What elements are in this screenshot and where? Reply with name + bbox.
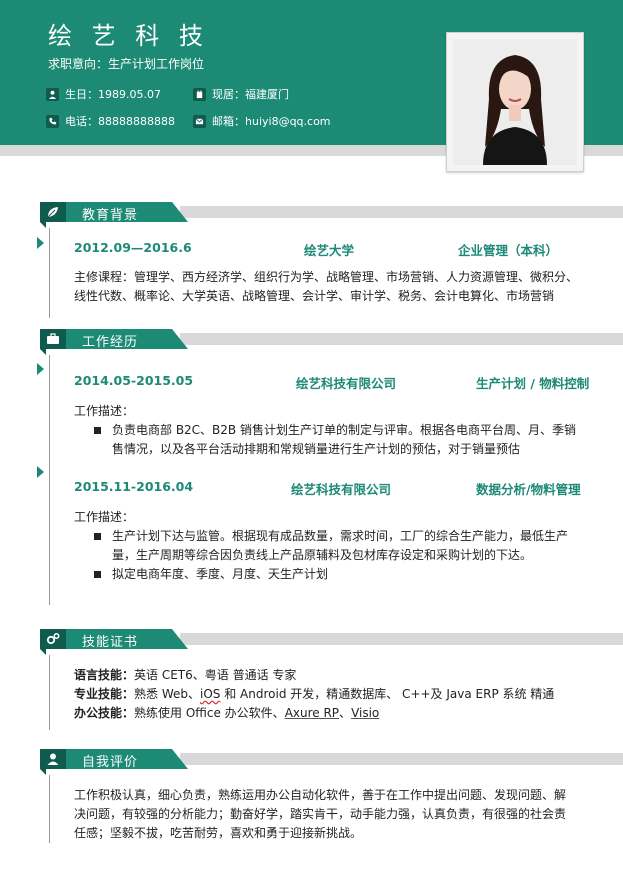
section-title: 自我评价 — [82, 755, 139, 770]
candidate-name: 绘 艺 科 技 — [48, 22, 209, 50]
edu-courses-1: 主修课程：管理学、西方经济学、组织行为学、战略管理、市场营销、人力资源管理、微积… — [74, 270, 579, 284]
self-eval-3: 任感；坚毅不拔，吃苦耐劳，喜欢和勇于迎接新挑战。 — [74, 826, 363, 840]
work1-bullet: 负责电商部 B2C、B2B 销售计划生产订单的制定与评审。根据各电商平台周、月、… — [94, 421, 576, 459]
timeline-line — [49, 655, 50, 730]
self-eval-1: 工作积极认真，细心负责，熟练运用办公自动化软件，善于在工作中提出问题、发现问题、… — [74, 788, 567, 802]
section-skills-bar: 技能证书 — [40, 629, 623, 650]
photo-frame — [446, 32, 584, 172]
gears-icon — [46, 633, 60, 645]
work2-role: 数据分析/物料管理 — [476, 482, 581, 497]
profile-photo — [453, 39, 577, 165]
work2-bullet-1: 生产计划下达与监管。根据现有成品数量，需求时间，工厂的综合生产能力，最低生产 量… — [94, 527, 568, 565]
building-icon — [193, 87, 206, 101]
email-text: 邮箱：huiyi8@qq.com — [212, 115, 331, 128]
work2-bullet-2: 拟定电商年度、季度、月度、天生产计划 — [94, 565, 328, 584]
work1-period: 2014.05-2015.05 — [74, 373, 194, 388]
work1-desc-label: 工作描述： — [74, 404, 135, 418]
location-info: 现居：福建厦门 — [193, 86, 289, 102]
timeline-arrow — [37, 466, 44, 478]
phone-text: 电话：88888888888 — [65, 115, 175, 128]
birth-text: 生日：1989.05.07 — [65, 88, 161, 101]
timeline-line — [49, 228, 50, 318]
birth-info: 生日：1989.05.07 — [46, 86, 161, 102]
work1-role: 生产计划 / 物料控制 — [476, 376, 590, 391]
self-eval-2: 决问题，有较强的分析能力；勤奋好学，踏实肯干，动手能力强，认真负责，有很强的社会… — [74, 807, 567, 821]
skill-professional: 专业技能：熟悉 Web、iOS 和 Android 开发，精通数据库、 C++及… — [74, 687, 555, 701]
edu-period: 2012.09—2016.6 — [74, 240, 192, 255]
phone-info: 电话：88888888888 — [46, 113, 175, 129]
job-intent: 求职意向：生产计划工作岗位 — [48, 57, 205, 71]
timeline-arrow — [37, 237, 44, 249]
section-title: 教育背景 — [82, 208, 139, 223]
edu-courses-2: 线性代数、概率论、大学英语、战略管理、会计学、审计学、税务、会计电算化、市场营销 — [74, 289, 555, 303]
section-title: 技能证书 — [82, 635, 139, 650]
leaf-icon — [47, 207, 58, 218]
email-info: 邮箱：huiyi8@qq.com — [193, 113, 331, 129]
work1-company: 绘艺科技有限公司 — [296, 376, 397, 391]
work2-company: 绘艺科技有限公司 — [291, 482, 392, 497]
section-education-bar: 教育背景 — [40, 202, 623, 223]
edu-major: 企业管理（本科） — [458, 243, 559, 258]
timeline-arrow — [37, 363, 44, 375]
section-work-bar: 工作经历 — [40, 329, 623, 350]
timeline-line — [49, 775, 50, 843]
timeline-line — [49, 355, 50, 605]
work2-desc-label: 工作描述： — [74, 510, 135, 524]
user-icon — [46, 87, 59, 101]
edu-school: 绘艺大学 — [304, 243, 355, 258]
skill-language: 语言技能：英语 CET6、粤语 普通话 专家 — [74, 668, 297, 682]
skill-office: 办公技能：熟练使用 Office 办公软件、Axure RP、Visio — [74, 706, 380, 720]
briefcase-icon — [47, 333, 59, 344]
phone-icon — [46, 114, 59, 128]
section-title: 工作经历 — [82, 335, 139, 350]
work2-period: 2015.11-2016.04 — [74, 479, 194, 494]
section-self-bar: 自我评价 — [40, 749, 623, 770]
mail-icon — [193, 114, 206, 128]
person-icon — [47, 753, 59, 765]
location-text: 现居：福建厦门 — [212, 88, 289, 101]
